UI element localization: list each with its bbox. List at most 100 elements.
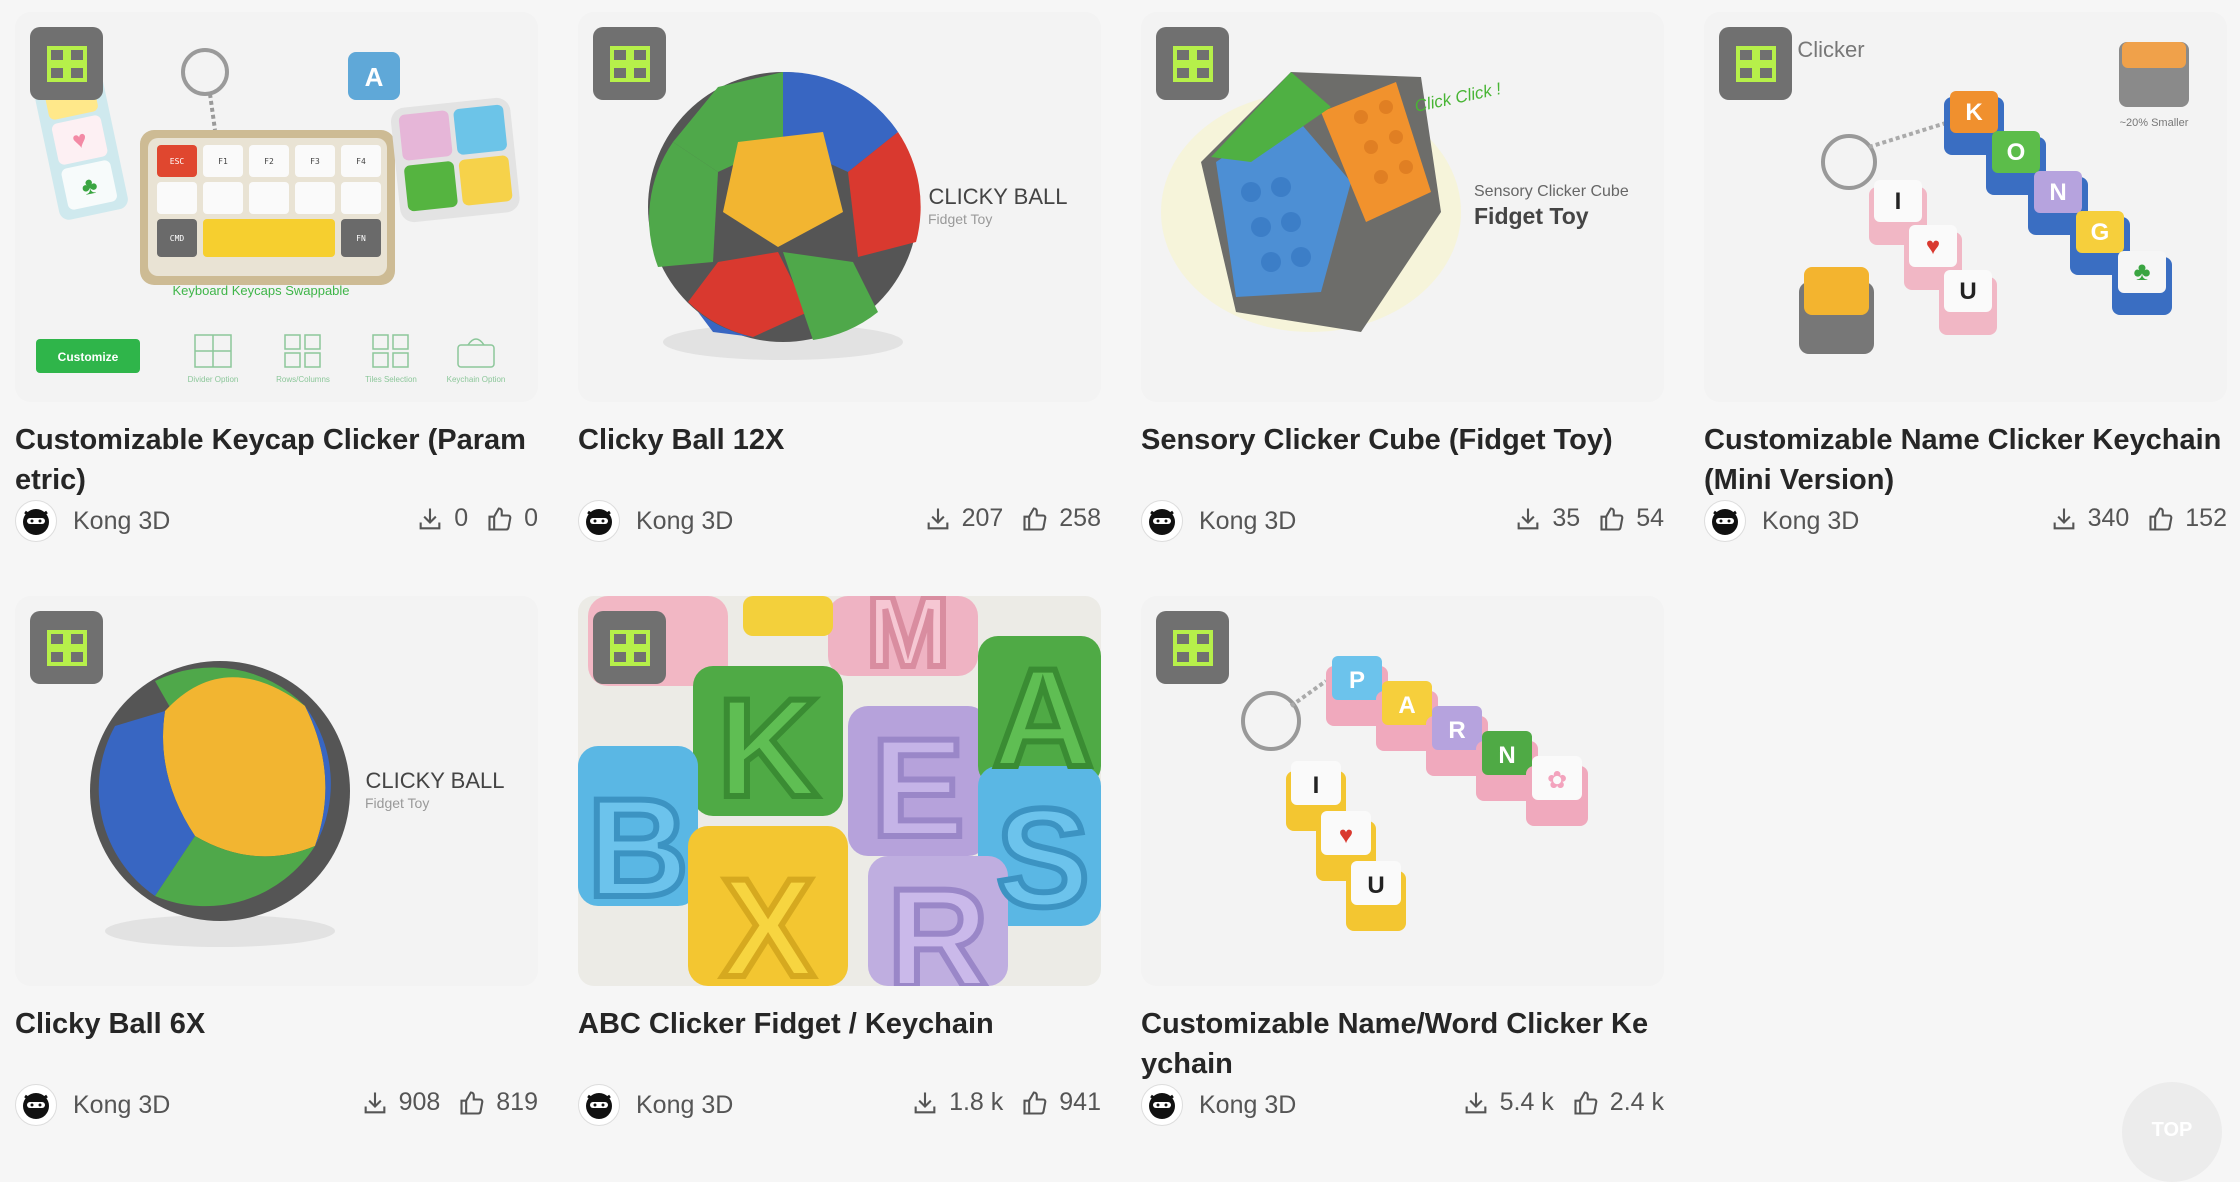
thumbs-up-icon xyxy=(2149,506,2173,531)
like-count[interactable]: 2.4 k xyxy=(1572,1088,1664,1117)
model-meta: Kong 3D 35 54 xyxy=(1141,500,1664,544)
svg-text:~20% Smaller: ~20% Smaller xyxy=(2120,117,2189,129)
author-name: Kong 3D xyxy=(636,506,734,535)
model-stats: 5.4 k 2.4 k xyxy=(1444,1088,1664,1117)
model-type-badge-icon xyxy=(1156,611,1229,684)
model-stats: 0 0 xyxy=(398,504,538,533)
model-title[interactable]: Sensory Clicker Cube (Fidget Toy) xyxy=(1141,420,1664,500)
author-link[interactable]: Kong 3D xyxy=(578,500,733,542)
thumbs-up-icon xyxy=(1600,506,1624,531)
model-type-badge-icon xyxy=(30,27,103,100)
like-value: 0 xyxy=(524,504,538,532)
svg-text:CLICKY BALL: CLICKY BALL xyxy=(365,768,504,793)
svg-text:CMD: CMD xyxy=(170,234,185,243)
model-thumbnail[interactable]: P A R N ✿ I ♥ U xyxy=(1141,596,1664,986)
author-link[interactable]: Kong 3D xyxy=(1141,1084,1296,1126)
download-icon xyxy=(1465,1092,1486,1113)
model-title[interactable]: Customizable Name Clicker Keychain (Mini… xyxy=(1704,420,2227,500)
model-thumbnail[interactable]: CLICKY BALL Fidget Toy xyxy=(578,12,1101,402)
model-type-badge-icon xyxy=(593,27,666,100)
svg-text:A: A xyxy=(992,639,1093,796)
model-thumbnail[interactable]: Click Click ! Sensory Clicker Cube Fidge… xyxy=(1141,12,1664,402)
model-card[interactable]: CLICKY BALL Fidget Toy Clicky Ball 12X K… xyxy=(578,12,1101,544)
svg-text:Customize: Customize xyxy=(58,350,119,364)
model-title[interactable]: Clicky Ball 6X xyxy=(15,1004,538,1084)
author-link[interactable]: Kong 3D xyxy=(15,500,170,542)
author-link[interactable]: Kong 3D xyxy=(578,1084,733,1126)
svg-text:Fidget Toy: Fidget Toy xyxy=(928,211,992,227)
svg-text:A: A xyxy=(365,62,384,92)
author-name: Kong 3D xyxy=(73,506,171,535)
author-link[interactable]: Kong 3D xyxy=(1141,500,1296,542)
download-icon xyxy=(364,1092,385,1113)
svg-text:U: U xyxy=(1367,872,1384,899)
like-count[interactable]: 941 xyxy=(1021,1088,1101,1117)
back-to-top-button[interactable]: TOP xyxy=(2122,1082,2222,1182)
svg-text:A: A xyxy=(1398,692,1415,719)
download-value: 1.8 k xyxy=(949,1088,1004,1116)
like-count[interactable]: 54 xyxy=(1598,504,1664,533)
model-title[interactable]: Customizable Name/Word Clicker Keychain xyxy=(1141,1004,1664,1084)
model-stats: 340 152 xyxy=(2032,504,2227,533)
author-name: Kong 3D xyxy=(1762,506,1860,535)
back-to-top-label: TOP xyxy=(2151,1119,2193,1141)
svg-text:N: N xyxy=(2049,179,2066,206)
svg-text:Fidget Toy: Fidget Toy xyxy=(365,795,429,811)
download-value: 5.4 k xyxy=(1499,1088,1554,1116)
svg-text:FN: FN xyxy=(356,234,366,243)
svg-text:B: B xyxy=(587,769,688,926)
model-card[interactable]: CLICKY BALL Fidget Toy Clicky Ball 6X Ko… xyxy=(15,596,538,1128)
model-title[interactable]: ABC Clicker Fidget / Keychain xyxy=(578,1004,1101,1084)
model-stats: 35 54 xyxy=(1496,504,1664,533)
model-meta: Kong 3D 908 819 xyxy=(15,1084,538,1128)
download-count: 5.4 k xyxy=(1462,1088,1554,1117)
svg-text:Rows/Columns: Rows/Columns xyxy=(276,375,330,384)
svg-text:K: K xyxy=(1965,99,1983,126)
model-card[interactable]: P A R N ✿ I ♥ U Customizable Name/Word C… xyxy=(1141,596,1664,1128)
like-value: 54 xyxy=(1636,504,1664,532)
download-count: 35 xyxy=(1514,504,1580,533)
model-card[interactable]: Click Click ! Sensory Clicker Cube Fidge… xyxy=(1141,12,1664,544)
ninja-avatar-icon xyxy=(1141,1084,1183,1126)
model-thumbnail[interactable]: ♥ ♣ ESC F1 F2 F3 F4 CMD FN A Keyboard Ke… xyxy=(15,12,538,402)
model-title[interactable]: Customizable Keycap Clicker (Parametric) xyxy=(15,420,538,500)
model-card[interactable]: ♥ ♣ ESC F1 F2 F3 F4 CMD FN A Keyboard Ke… xyxy=(15,12,538,544)
like-count[interactable]: 819 xyxy=(458,1088,538,1117)
thumbs-up-icon xyxy=(460,1090,484,1115)
model-stats: 207 258 xyxy=(906,504,1101,533)
model-title[interactable]: Clicky Ball 12X xyxy=(578,420,1101,500)
like-count[interactable]: 0 xyxy=(486,504,538,533)
download-icon xyxy=(927,508,948,529)
model-thumbnail[interactable]: e Clicker ~20% Smaller K O N G ♣ I ♥ U xyxy=(1704,12,2227,402)
model-type-badge-icon xyxy=(1719,27,1792,100)
model-type-badge-icon xyxy=(593,611,666,684)
svg-text:F4: F4 xyxy=(356,157,366,166)
ninja-avatar-icon xyxy=(15,500,57,542)
author-name: Kong 3D xyxy=(1199,1090,1297,1119)
download-value: 908 xyxy=(398,1088,441,1116)
like-count[interactable]: 152 xyxy=(2147,504,2227,533)
model-card[interactable]: K E S B X R A M ABC Clicker Fidget / Key… xyxy=(578,596,1101,1128)
author-link[interactable]: Kong 3D xyxy=(1704,500,1859,542)
model-meta: Kong 3D 1.8 k 941 xyxy=(578,1084,1101,1128)
svg-text:✿: ✿ xyxy=(1547,767,1567,794)
like-value: 2.4 k xyxy=(1609,1088,1664,1116)
model-thumbnail[interactable]: CLICKY BALL Fidget Toy xyxy=(15,596,538,986)
model-card[interactable]: e Clicker ~20% Smaller K O N G ♣ I ♥ U C… xyxy=(1704,12,2227,544)
download-value: 340 xyxy=(2087,504,2130,532)
like-value: 819 xyxy=(496,1088,538,1116)
svg-text:CLICKY BALL: CLICKY BALL xyxy=(928,184,1067,209)
download-value: 35 xyxy=(1552,504,1581,532)
svg-text:X: X xyxy=(721,849,814,986)
author-link[interactable]: Kong 3D xyxy=(15,1084,170,1126)
svg-text:R: R xyxy=(887,859,988,986)
ninja-avatar-icon xyxy=(15,1084,57,1126)
svg-text:Keyboard Keycaps Swappable: Keyboard Keycaps Swappable xyxy=(172,283,349,298)
download-value: 0 xyxy=(454,504,469,532)
download-count: 0 xyxy=(416,504,468,533)
like-count[interactable]: 258 xyxy=(1021,504,1101,533)
ninja-avatar-icon xyxy=(578,500,620,542)
model-stats: 1.8 k 941 xyxy=(893,1088,1101,1117)
model-thumbnail[interactable]: K E S B X R A M xyxy=(578,596,1101,986)
model-type-badge-icon xyxy=(30,611,103,684)
